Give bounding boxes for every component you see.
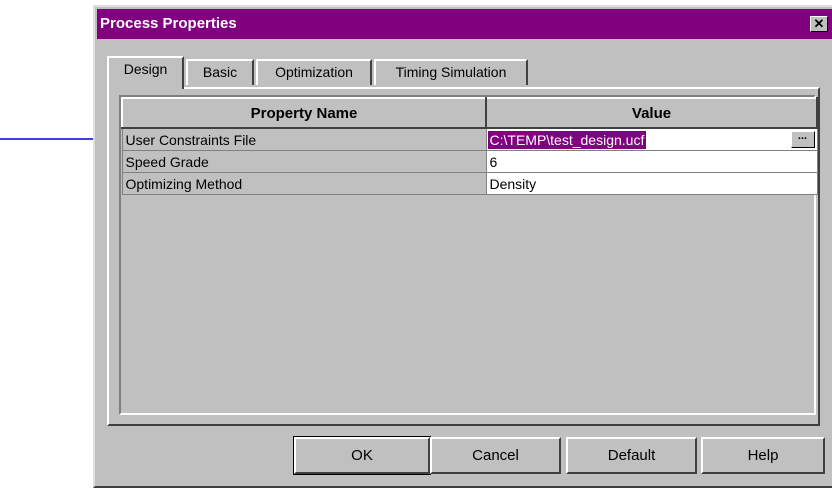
tab-timing-simulation[interactable]: Timing Simulation bbox=[374, 59, 528, 85]
tab-design[interactable]: Design bbox=[107, 56, 184, 89]
table-row[interactable]: User Constraints File C:\TEMP\test_desig… bbox=[121, 127, 818, 151]
close-icon: ✕ bbox=[813, 16, 825, 31]
tab-optimization-label: Optimization bbox=[275, 64, 353, 80]
tab-timing-simulation-label: Timing Simulation bbox=[395, 64, 507, 80]
property-name-cell[interactable]: Speed Grade bbox=[121, 150, 487, 173]
property-name-cell[interactable]: User Constraints File bbox=[121, 127, 487, 151]
header-row: Property Name Value bbox=[121, 97, 818, 129]
tab-basic-label: Basic bbox=[202, 64, 238, 80]
user-constraints-file-input[interactable]: C:\TEMP\test_design.ucf bbox=[487, 130, 647, 149]
tab-basic[interactable]: Basic bbox=[186, 59, 254, 85]
window-title: Process Properties bbox=[100, 15, 237, 32]
cancel-button[interactable]: Cancel bbox=[430, 437, 561, 474]
property-value-cell[interactable]: Density bbox=[485, 172, 818, 195]
browse-button[interactable]: ... bbox=[790, 130, 815, 148]
property-table: Property Name Value User Constraints Fil… bbox=[121, 97, 818, 195]
title-bar[interactable]: Process Properties ✕ bbox=[97, 9, 832, 39]
tab-optimization[interactable]: Optimization bbox=[256, 59, 372, 85]
close-button[interactable]: ✕ bbox=[810, 16, 828, 32]
tab-design-label: Design bbox=[123, 61, 168, 77]
screenshot-stage: Process Properties ✕ Design Basic Optimi… bbox=[0, 0, 832, 488]
property-value-cell[interactable]: 6 bbox=[485, 150, 818, 173]
ok-button[interactable]: OK bbox=[293, 436, 431, 475]
column-header-value[interactable]: Value bbox=[485, 97, 818, 129]
property-grid[interactable]: Property Name Value User Constraints Fil… bbox=[119, 95, 818, 415]
ellipsis-icon: ... bbox=[797, 130, 808, 142]
help-button[interactable]: Help bbox=[701, 437, 825, 474]
property-name-cell[interactable]: Optimizing Method bbox=[121, 172, 487, 195]
default-button[interactable]: Default bbox=[566, 437, 697, 474]
table-row[interactable]: Optimizing Method Density bbox=[121, 172, 818, 195]
column-header-property-name[interactable]: Property Name bbox=[121, 97, 487, 129]
property-value-cell[interactable]: C:\TEMP\test_design.ucf ... bbox=[485, 127, 818, 151]
table-row[interactable]: Speed Grade 6 bbox=[121, 150, 818, 173]
